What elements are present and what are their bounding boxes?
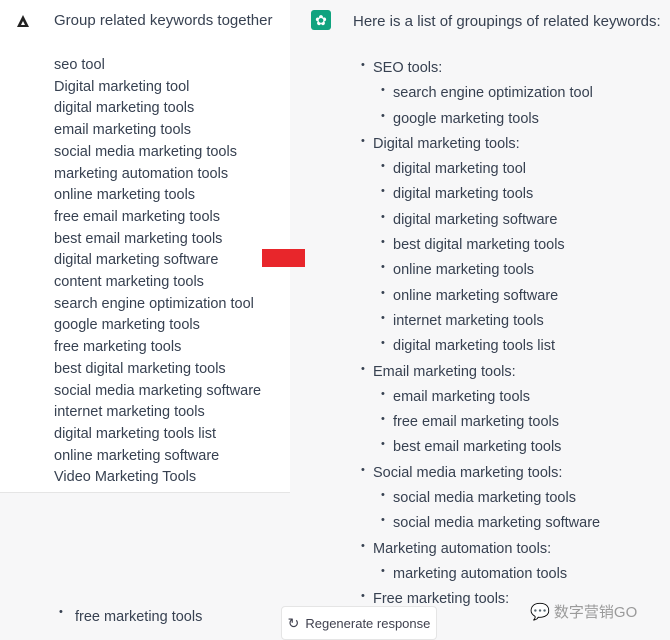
group-item: online marketing software bbox=[353, 281, 600, 309]
group-heading: Marketing automation tools: bbox=[353, 534, 600, 562]
group-item: digital marketing software bbox=[353, 205, 600, 233]
keyword-item: marketing automation tools bbox=[54, 165, 229, 182]
group-list: SEO tools:search engine optimization too… bbox=[353, 53, 600, 613]
user-prompt: Group related keywords together bbox=[54, 12, 273, 29]
group-item: digital marketing tool bbox=[353, 154, 600, 182]
keyword-item: content marketing tools bbox=[54, 274, 204, 291]
keyword-item: social media marketing software bbox=[54, 382, 262, 399]
keyword-item: google marketing tools bbox=[54, 317, 200, 334]
keyword-item: email marketing tools bbox=[54, 122, 191, 139]
group-item: online marketing tools bbox=[353, 255, 600, 283]
regenerate-label: Regenerate response bbox=[305, 615, 431, 631]
keyword-item: digital marketing tools bbox=[54, 100, 195, 117]
user-avatar-triangle-icon bbox=[17, 15, 29, 27]
keyword-item: free marketing tools bbox=[54, 339, 182, 356]
assistant-message: ✿ Here is a list of groupings of related… bbox=[305, 0, 665, 610]
keyword-item: free email marketing tools bbox=[54, 208, 221, 225]
keyword-item: search engine optimization tool bbox=[54, 295, 254, 312]
keyword-item: best email marketing tools bbox=[54, 230, 223, 247]
keyword-item: social media marketing tools bbox=[54, 143, 237, 160]
keyword-list: seo tool Digital marketing tool digital ma… bbox=[54, 55, 261, 489]
keyword-item: internet marketing tools bbox=[54, 404, 205, 421]
keyword-item: online marketing tools bbox=[54, 187, 196, 204]
group-item: marketing automation tools bbox=[353, 559, 600, 587]
keyword-item: best digital marketing tools bbox=[54, 360, 226, 377]
group-item: digital marketing tools bbox=[353, 179, 600, 207]
wechat-icon: 💬 bbox=[530, 603, 550, 621]
keyword-item: seo tool bbox=[54, 57, 105, 73]
group-item: email marketing tools bbox=[353, 382, 600, 410]
group-item: digital marketing tools list bbox=[353, 331, 600, 359]
watermark: 💬 数字营销GO bbox=[530, 603, 638, 622]
keyword-item: Video Marketing Tools bbox=[54, 469, 197, 486]
group-item: social media marketing tools bbox=[353, 483, 600, 511]
group-heading: Social media marketing tools: bbox=[353, 458, 600, 486]
user-message: Group related keywords together seo tool… bbox=[0, 0, 290, 493]
group-item: search engine optimization tool bbox=[353, 78, 600, 106]
group-item: internet marketing tools bbox=[353, 306, 600, 334]
group-item: social media marketing software bbox=[353, 508, 600, 536]
keyword-item: digital marketing software bbox=[54, 252, 219, 269]
group-item: google marketing tools bbox=[353, 104, 600, 132]
refresh-icon: ↻ bbox=[287, 614, 300, 631]
answer-title: Here is a list of groupings of related k… bbox=[353, 13, 661, 30]
group-heading: Digital marketing tools: bbox=[353, 129, 600, 157]
keyword-item: digital marketing tools list bbox=[54, 425, 216, 442]
group-item: best email marketing tools bbox=[353, 432, 600, 460]
keyword-item: online marketing software bbox=[54, 447, 220, 464]
group-item: best digital marketing tools bbox=[353, 230, 600, 258]
group-heading: SEO tools: bbox=[353, 53, 600, 81]
keyword-item: Digital marketing tool bbox=[54, 78, 190, 95]
regenerate-response-button[interactable]: ↻ Regenerate response bbox=[281, 606, 437, 640]
openai-logo-icon: ✿ bbox=[311, 10, 331, 30]
group-heading: Email marketing tools: bbox=[353, 357, 600, 385]
group-item: free email marketing tools bbox=[353, 407, 600, 435]
